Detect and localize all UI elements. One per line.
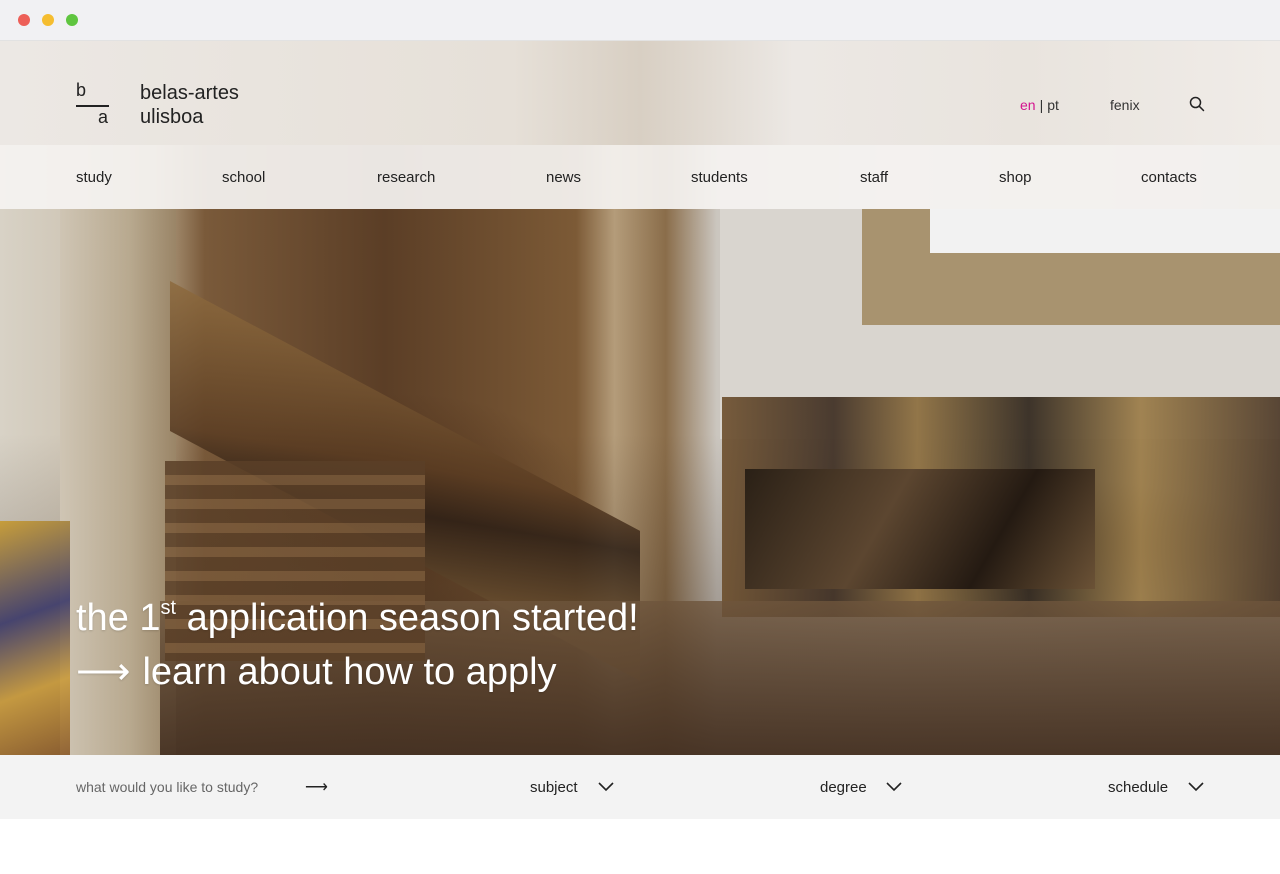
hero-title-pre: the 1 (76, 597, 161, 639)
search-icon[interactable] (1189, 96, 1207, 114)
hero-title-post: application season started! (176, 597, 639, 639)
nav-research[interactable]: research (377, 169, 435, 186)
nav-news[interactable]: news (546, 169, 581, 186)
logo[interactable]: b a (76, 81, 112, 127)
brand-name-line2: ulisboa (140, 106, 204, 128)
hero-headline: the 1st application season started! ⟶ lea… (76, 581, 796, 699)
nav-students[interactable]: students (691, 169, 748, 186)
page-content-start (0, 819, 1280, 874)
chevron-down-icon[interactable] (1188, 781, 1204, 793)
lang-separator: | (1039, 97, 1044, 113)
minimize-window-button[interactable] (42, 14, 54, 26)
nav-shop[interactable]: shop (999, 169, 1032, 186)
logo-letter-b: b (76, 80, 87, 100)
language-switcher: en | pt (1020, 97, 1059, 113)
filter-subject[interactable]: subject (530, 779, 578, 796)
nav-staff[interactable]: staff (860, 169, 888, 186)
lang-en-link[interactable]: en (1020, 97, 1036, 113)
apply-link-label: learn about how to apply (142, 651, 557, 693)
filter-degree[interactable]: degree (820, 779, 867, 796)
arrow-right-icon[interactable]: ⟶ (305, 777, 328, 797)
close-window-button[interactable] (18, 14, 30, 26)
apply-link[interactable]: ⟶ learn about how to apply (76, 645, 796, 699)
chevron-down-icon[interactable] (886, 781, 902, 793)
nav-study[interactable]: study (76, 169, 112, 186)
arrow-right-icon: ⟶ (76, 651, 131, 693)
logo-letter-a: a (98, 107, 109, 127)
filter-schedule[interactable]: schedule (1108, 779, 1168, 796)
hero-title-sup: st (160, 597, 177, 619)
nav-contacts[interactable]: contacts (1141, 169, 1197, 186)
fenix-link[interactable]: fenix (1110, 97, 1140, 113)
chevron-down-icon[interactable] (598, 781, 614, 793)
maximize-window-button[interactable] (66, 14, 78, 26)
study-prompt[interactable]: what would you like to study? (76, 779, 258, 795)
lang-pt-link[interactable]: pt (1047, 97, 1059, 113)
browser-chrome (0, 0, 1280, 40)
hero-title: the 1st application season started! (76, 597, 639, 639)
brand-name-line1: belas-artes (140, 82, 239, 104)
main-nav (0, 145, 1280, 209)
page-viewport: b a belas-artes ulisboa en | pt fenix stud… (0, 40, 1280, 874)
nav-school[interactable]: school (222, 169, 265, 186)
brand-name[interactable]: belas-artes ulisboa (140, 81, 239, 129)
